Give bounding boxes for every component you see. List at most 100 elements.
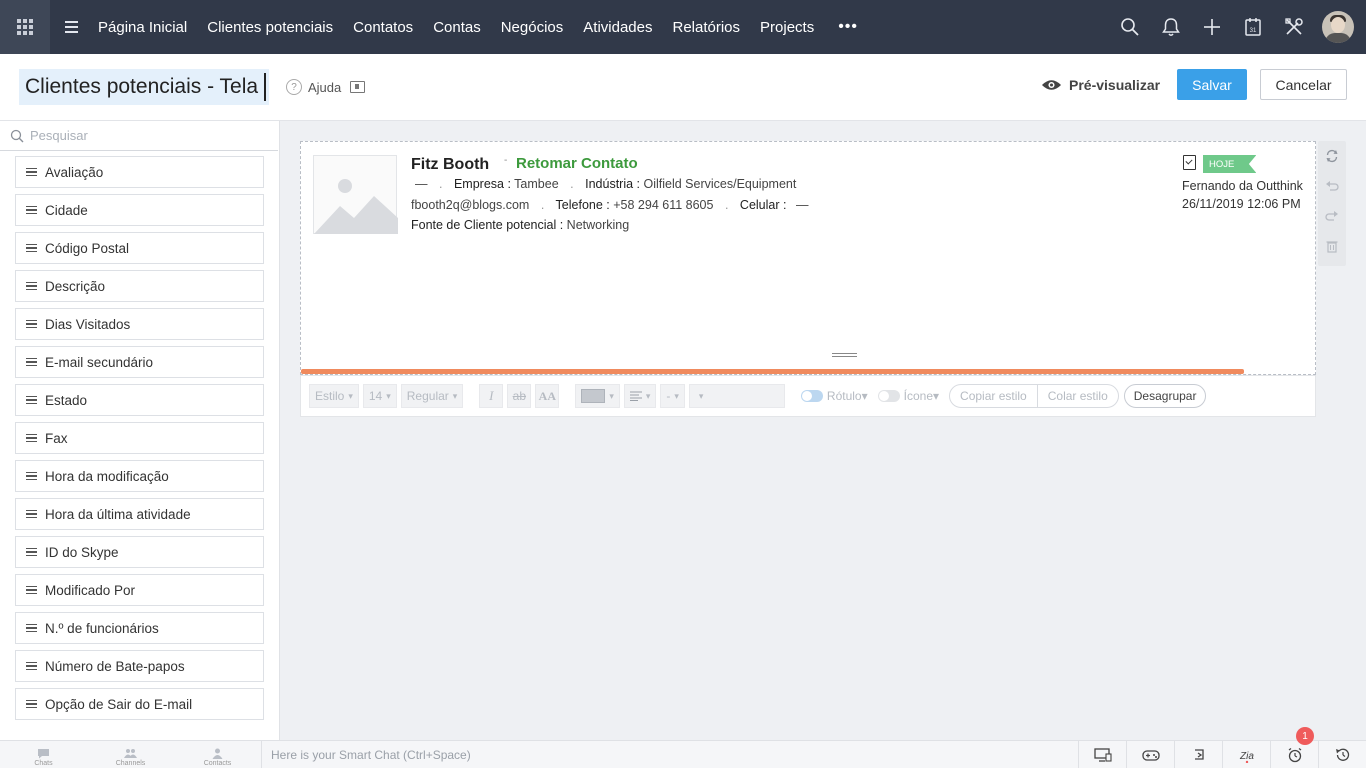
drag-handle-icon[interactable] — [26, 547, 37, 557]
field-list-item[interactable]: N.º de funcionários — [15, 612, 264, 644]
trash-icon[interactable] — [1318, 231, 1346, 261]
preview-button[interactable]: Pré-visualizar — [1041, 77, 1160, 93]
ungroup-button[interactable]: Desagrupar — [1123, 384, 1207, 408]
video-icon[interactable] — [350, 81, 366, 93]
bell-icon[interactable] — [1150, 0, 1191, 54]
search-icon — [10, 129, 24, 142]
history-icon[interactable] — [1318, 741, 1366, 768]
color-picker-dropdown[interactable] — [575, 384, 620, 408]
redo-icon[interactable] — [1318, 201, 1346, 231]
drag-handle-icon[interactable] — [26, 243, 37, 253]
font-size-dropdown[interactable]: 14 — [362, 384, 397, 408]
nav-item-leads[interactable]: Clientes potenciais — [207, 19, 333, 36]
record-photo-placeholder — [313, 155, 398, 234]
field-list-item[interactable]: Número de Bate-papos — [15, 650, 264, 682]
alignment-dropdown[interactable] — [623, 384, 657, 408]
drag-handle-icon[interactable] — [26, 205, 37, 215]
drag-handle-icon[interactable] — [26, 319, 37, 329]
search-input[interactable]: Pesquisar — [30, 128, 88, 143]
user-avatar[interactable] — [1322, 11, 1354, 43]
save-button[interactable]: Salvar — [1177, 69, 1247, 100]
text-caret — [264, 73, 266, 101]
alarm-clock-icon[interactable] — [1270, 741, 1318, 768]
field-label: E-mail secundário — [45, 354, 154, 370]
field-list-item[interactable]: Dias Visitados — [15, 308, 264, 340]
drag-handle-icon[interactable] — [26, 281, 37, 291]
screen-share-icon[interactable] — [1078, 741, 1126, 768]
tab-contacts[interactable]: Contacts — [174, 741, 261, 768]
section-resize-bar[interactable] — [301, 369, 1244, 374]
copy-style-button[interactable]: Copiar estilo — [950, 385, 1037, 407]
field-list-item[interactable]: Fax — [15, 422, 264, 454]
style-dropdown[interactable]: Estilo — [309, 384, 359, 408]
tab-chats[interactable]: Chats — [0, 741, 87, 768]
drag-handle-icon[interactable] — [26, 395, 37, 405]
format-dropdown[interactable] — [688, 384, 785, 408]
field-list-item[interactable]: Opção de Sair do E-mail — [15, 688, 264, 720]
nav-item-deals[interactable]: Negócios — [501, 19, 564, 36]
nav-item-projects[interactable]: Projects — [760, 19, 814, 36]
nav-item-contacts[interactable]: Contatos — [353, 19, 413, 36]
strikethrough-button[interactable]: ab — [507, 384, 532, 408]
drag-handle-icon[interactable] — [26, 471, 37, 481]
paste-style-button[interactable]: Colar estilo — [1036, 385, 1118, 407]
calendar-icon[interactable]: 31 — [1232, 0, 1273, 54]
today-badge: HOJE — [1203, 155, 1257, 173]
field-list-item[interactable]: Estado — [15, 384, 264, 416]
drag-handle-icon[interactable] — [26, 699, 37, 709]
zia-icon[interactable]: Zia — [1222, 741, 1270, 768]
field-list-item[interactable]: E-mail secundário — [15, 346, 264, 378]
mobile-value: — — [795, 198, 809, 212]
nav-item-home[interactable]: Página Inicial — [98, 19, 187, 36]
more-modules-icon[interactable]: ••• — [838, 18, 858, 36]
drag-handle-icon[interactable] — [26, 357, 37, 367]
drag-handle-icon[interactable] — [26, 509, 37, 519]
layout-name-input[interactable]: Clientes potenciais - Tela — [19, 69, 269, 105]
nav-item-reports[interactable]: Relatórios — [672, 19, 740, 36]
font-weight-dropdown[interactable]: Regular — [400, 384, 464, 408]
icon-toggle[interactable]: Ícone ▾ — [877, 389, 939, 403]
undo-icon[interactable] — [1318, 171, 1346, 201]
field-list-item[interactable]: Avaliação — [15, 156, 264, 188]
field-list-item[interactable]: Modificado Por — [15, 574, 264, 606]
field-label: Descrição — [45, 278, 106, 294]
uppercase-button[interactable]: AA — [535, 384, 560, 408]
record-header-card[interactable]: Fitz Booth - Retomar Contato — . Empresa… — [300, 141, 1316, 375]
label-toggle[interactable]: Rótulo ▾ — [800, 389, 868, 403]
apps-grid-button[interactable] — [0, 0, 50, 54]
field-list-item[interactable]: Cidade — [15, 194, 264, 226]
field-list-item[interactable]: ID do Skype — [15, 536, 264, 568]
field-list-item[interactable]: Hora da modificação — [15, 460, 264, 492]
field-search[interactable]: Pesquisar — [0, 121, 278, 151]
field-list-item[interactable]: Hora da última atividade — [15, 498, 264, 530]
drag-handle-icon[interactable] — [26, 167, 37, 177]
separator-dropdown[interactable]: - — [660, 384, 685, 408]
align-left-icon — [629, 391, 642, 401]
chat-tabs: Chats Channels Contacts — [0, 741, 262, 768]
drag-handle-icon[interactable] — [26, 661, 37, 671]
smart-chat-input[interactable]: Here is your Smart Chat (Ctrl+Space) — [262, 741, 1078, 768]
cancel-button[interactable]: Cancelar — [1260, 69, 1347, 100]
nav-item-activities[interactable]: Atividades — [583, 19, 652, 36]
setup-tools-icon[interactable] — [1273, 0, 1314, 54]
nav-item-accounts[interactable]: Contas — [433, 19, 481, 36]
drag-handle-icon[interactable] — [26, 585, 37, 595]
tab-channels[interactable]: Channels — [87, 741, 174, 768]
hamburger-menu-icon[interactable] — [54, 21, 88, 33]
label-switch[interactable] — [800, 390, 823, 402]
field-list-item[interactable]: Descrição — [15, 270, 264, 302]
resize-handle[interactable] — [832, 353, 857, 359]
drag-handle-icon[interactable] — [26, 433, 37, 443]
refresh-icon[interactable] — [1318, 141, 1346, 171]
add-icon[interactable] — [1191, 0, 1232, 54]
record-status: Retomar Contato — [516, 155, 638, 172]
icon-switch[interactable] — [877, 390, 900, 402]
sync-icon[interactable] — [1174, 741, 1222, 768]
italic-button[interactable]: I — [479, 384, 504, 408]
field-list-item[interactable]: Código Postal — [15, 232, 264, 264]
drag-handle-icon[interactable] — [26, 623, 37, 633]
gamepad-icon[interactable] — [1126, 741, 1174, 768]
help-link[interactable]: ? Ajuda — [286, 79, 366, 95]
search-icon[interactable] — [1109, 0, 1150, 54]
notification-badge[interactable]: 1 — [1296, 727, 1314, 745]
